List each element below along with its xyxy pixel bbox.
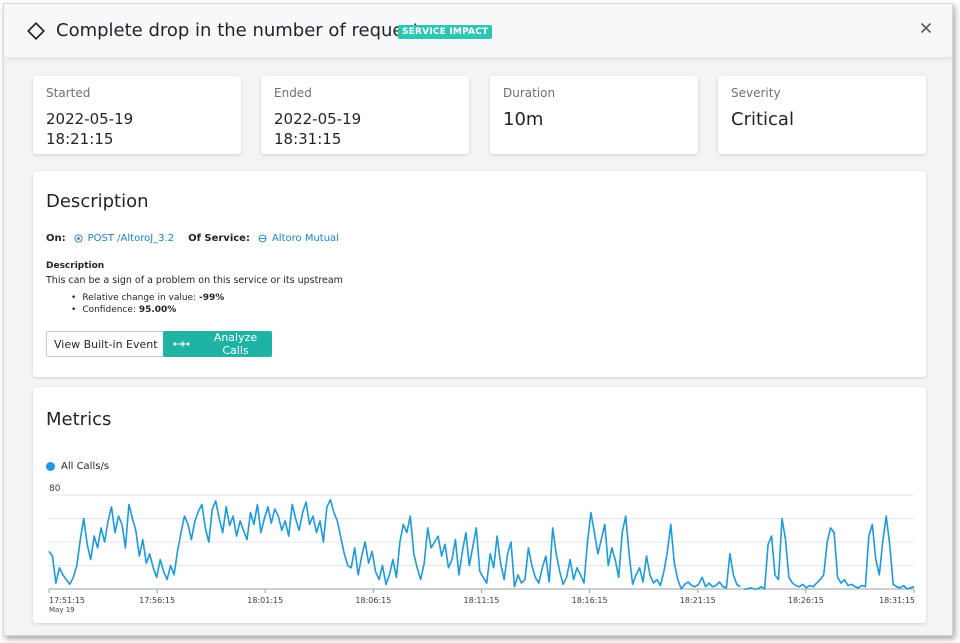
x-tick-label: 18:26:15 (788, 596, 824, 605)
bullet-relative-change: Relative change in value: -99% (71, 293, 224, 303)
x-tick-label: 18:11:15 (464, 596, 500, 605)
analyze-calls-label: Analyze Calls (213, 331, 258, 357)
stat-label: Severity (731, 86, 781, 100)
bullet-value: 95.00% (138, 305, 177, 315)
diamond-icon (27, 22, 45, 40)
x-tick-label: 17:56:15 (139, 596, 175, 605)
entity-row: On: POST /AltoroJ_3.2 Of Service: Altoro… (46, 233, 339, 244)
stat-value: 10m (503, 109, 544, 130)
description-card: Description On: POST /AltoroJ_3.2 Of Ser… (33, 171, 926, 377)
stat-value: Critical (731, 109, 794, 130)
flow-icon (173, 341, 190, 347)
stat-value-time: 18:21:15 (46, 130, 114, 148)
dialog-title: Complete drop in the number of requests (56, 20, 430, 41)
bullet-label: Confidence: (82, 305, 136, 315)
stat-card-started: Started 2022-05-19 18:21:15 (33, 76, 241, 154)
stat-value-date: 2022-05-19 (46, 110, 134, 128)
dialog-header: Complete drop in the number of requests … (4, 4, 952, 58)
x-tick-label: 17:51:15 (49, 596, 85, 605)
chart-ticks: 17:51:15 17:56:15 18:01:15 18:06:15 18:11:15… (48, 589, 915, 614)
x-tick-sublabel: May 19 (49, 606, 75, 614)
bullet-confidence: Confidence: 95.00% (71, 305, 224, 315)
stat-value: 2022-05-19 18:31:15 (274, 109, 361, 149)
service-icon (258, 234, 267, 243)
stat-value: 2022-05-19 18:21:15 (46, 109, 133, 149)
event-dialog: Complete drop in the number of requests … (3, 3, 953, 636)
chart-legend: All Calls/s (46, 461, 109, 472)
metrics-chart: 80 17:51:15 17:56:15 18:01:15 18:06:15 18:11… (48, 484, 915, 614)
service-link[interactable]: Altoro Mutual (272, 233, 339, 244)
stat-value-date: 2022-05-19 (274, 110, 362, 128)
description-title: Description (46, 191, 149, 212)
description-bullets: Relative change in value: -99% Confidenc… (71, 293, 224, 317)
x-tick-label: 18:16:15 (572, 596, 608, 605)
stat-card-ended: Ended 2022-05-19 18:31:15 (261, 76, 469, 154)
stat-label: Ended (274, 86, 312, 100)
stat-label: Started (46, 86, 91, 100)
x-tick-label: 18:21:15 (680, 596, 716, 605)
metrics-title: Metrics (46, 409, 112, 430)
x-tick-label: 18:31:15 (879, 596, 915, 605)
stat-card-duration: Duration 10m (490, 76, 698, 154)
bullet-label: Relative change in value: (82, 293, 197, 303)
series-line-0 (48, 498, 741, 590)
bullet-value: -99% (199, 293, 225, 303)
x-tick-label: 18:01:15 (247, 596, 283, 605)
y-tick-label: 80 (49, 484, 61, 494)
series-line-1 (743, 515, 915, 590)
endpoint-icon (74, 234, 83, 243)
legend-label: All Calls/s (61, 461, 110, 472)
metrics-card: Metrics All Calls/s 80 17:51:15 17:56:15 1… (33, 387, 926, 623)
endpoint-link[interactable]: POST /AltoroJ_3.2 (88, 233, 174, 244)
description-text: This can be a sign of a problem on this … (46, 275, 343, 286)
description-subheading: Description (46, 261, 105, 271)
stat-value-time: 18:31:15 (274, 130, 342, 148)
chart-lines (48, 498, 915, 590)
service-impact-badge: SERVICE IMPACT (398, 25, 493, 39)
view-built-in-event-button[interactable]: View Built-in Event (46, 331, 166, 357)
stat-label: Duration (503, 86, 556, 100)
on-label: On: (46, 233, 66, 244)
service-label: Of Service: (188, 233, 250, 244)
analyze-calls-button[interactable]: Analyze Calls (163, 331, 272, 357)
x-tick-label: 18:06:15 (355, 596, 391, 605)
legend-swatch (46, 462, 55, 471)
close-icon[interactable] (918, 20, 934, 36)
stat-card-severity: Severity Critical (718, 76, 926, 154)
